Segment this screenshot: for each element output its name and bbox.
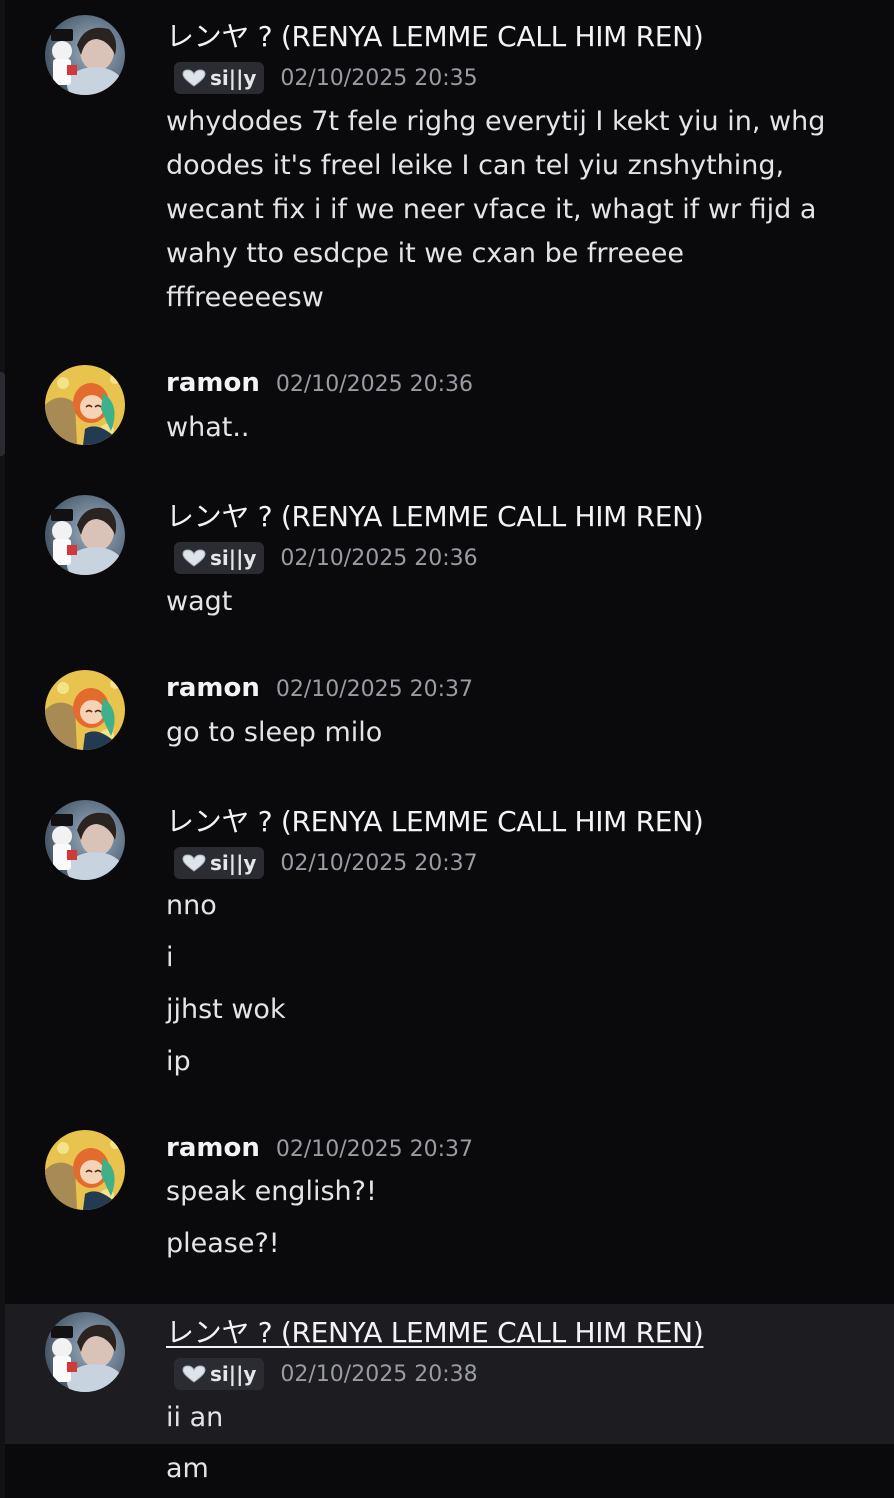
message-line: whydodes 7t fele righg everytij I kekt y…: [166, 106, 826, 137]
message-line: wecant fix i if we neer vface it, whagt …: [166, 194, 817, 225]
message-header: ramon 02/10/2025 20:36: [166, 368, 473, 398]
tag-row: si||y 02/10/2025 20:37: [174, 847, 478, 879]
message-group: ramon 02/10/2025 20:36 what..: [5, 360, 894, 460]
message-line: wahy tto esdcpe it we cxan be frreeee: [166, 238, 684, 269]
message-header: ramon 02/10/2025 20:37: [166, 673, 473, 703]
server-tag[interactable]: si||y: [174, 542, 265, 574]
heart-icon: [182, 549, 206, 567]
chat-log: レンヤ ? (RENYA LEMME CALL HIM REN) si||y 0…: [0, 0, 894, 1498]
timestamp: 02/10/2025 20:35: [280, 65, 478, 91]
message-group: ramon 02/10/2025 20:37 speak english?! p…: [5, 1125, 894, 1275]
message-group: レンヤ ? (RENYA LEMME CALL HIM REN) si||y 0…: [5, 0, 894, 340]
server-tag[interactable]: si||y: [174, 1358, 265, 1390]
message-line: ip: [166, 1046, 191, 1077]
message-line: ii an: [166, 1402, 224, 1433]
timestamp: 02/10/2025 20:37: [275, 677, 474, 702]
ramon-avatar[interactable]: [45, 670, 125, 750]
tag-row: si||y 02/10/2025 20:36: [174, 542, 478, 574]
message-header: ramon 02/10/2025 20:37: [166, 1133, 473, 1163]
server-tag-label: si||y: [210, 1362, 257, 1386]
server-tag-label: si||y: [210, 66, 257, 90]
message-line: doodes it's freel leike I can tel yiu zn…: [166, 150, 785, 181]
message-line: wagt: [166, 586, 233, 617]
username-ramon[interactable]: ramon: [166, 368, 260, 398]
tag-row: si||y 02/10/2025 20:38: [174, 1358, 478, 1390]
timestamp: 02/10/2025 20:37: [280, 850, 478, 876]
username-ramon[interactable]: ramon: [166, 673, 260, 703]
message-line: fffreeeeesw: [166, 282, 324, 313]
heart-icon: [182, 1365, 206, 1383]
message-line: what..: [166, 412, 250, 443]
message-line: i: [166, 942, 174, 973]
timestamp: 02/10/2025 20:38: [280, 1361, 478, 1387]
username-ren[interactable]: レンヤ ? (RENYA LEMME CALL HIM REN): [166, 1311, 704, 1351]
server-tag[interactable]: si||y: [174, 62, 265, 94]
message-group: レンヤ ? (RENYA LEMME CALL HIM REN) si||y 0…: [5, 785, 894, 1095]
ramon-avatar[interactable]: [45, 365, 125, 445]
username-ren[interactable]: レンヤ ? (RENYA LEMME CALL HIM REN): [166, 800, 704, 840]
message-line: am: [166, 1453, 209, 1484]
ren-avatar[interactable]: [45, 495, 125, 575]
server-tag-label: si||y: [210, 546, 257, 570]
username-ramon[interactable]: ramon: [166, 1133, 260, 1163]
username-ren[interactable]: レンヤ ? (RENYA LEMME CALL HIM REN): [166, 15, 704, 55]
message-group: レンヤ ? (RENYA LEMME CALL HIM REN) si||y 0…: [5, 480, 894, 630]
ramon-avatar[interactable]: [45, 1130, 125, 1210]
message-line: please?!: [166, 1228, 280, 1259]
username-ren[interactable]: レンヤ ? (RENYA LEMME CALL HIM REN): [166, 495, 704, 535]
server-tag-label: si||y: [210, 851, 257, 875]
timestamp: 02/10/2025 20:36: [275, 372, 474, 397]
message-line: jjhst wok: [166, 994, 286, 1025]
server-tag[interactable]: si||y: [174, 847, 265, 879]
message-group: ramon 02/10/2025 20:37 go to sleep milo: [5, 665, 894, 765]
tag-row: si||y 02/10/2025 20:35: [174, 62, 478, 94]
message-line: nno: [166, 890, 217, 921]
timestamp: 02/10/2025 20:36: [280, 545, 478, 571]
ren-avatar[interactable]: [45, 15, 125, 95]
message-line: speak english?!: [166, 1176, 377, 1207]
message-group-hovered[interactable]: レンヤ ? (RENYA LEMME CALL HIM REN) si||y 0…: [5, 1304, 894, 1444]
heart-icon: [182, 69, 206, 87]
ren-avatar[interactable]: [45, 1312, 125, 1392]
timestamp: 02/10/2025 20:37: [275, 1137, 474, 1162]
ren-avatar[interactable]: [45, 800, 125, 880]
message-continuation: am: [5, 1444, 894, 1498]
message-line: go to sleep milo: [166, 717, 383, 748]
heart-icon: [182, 854, 206, 872]
